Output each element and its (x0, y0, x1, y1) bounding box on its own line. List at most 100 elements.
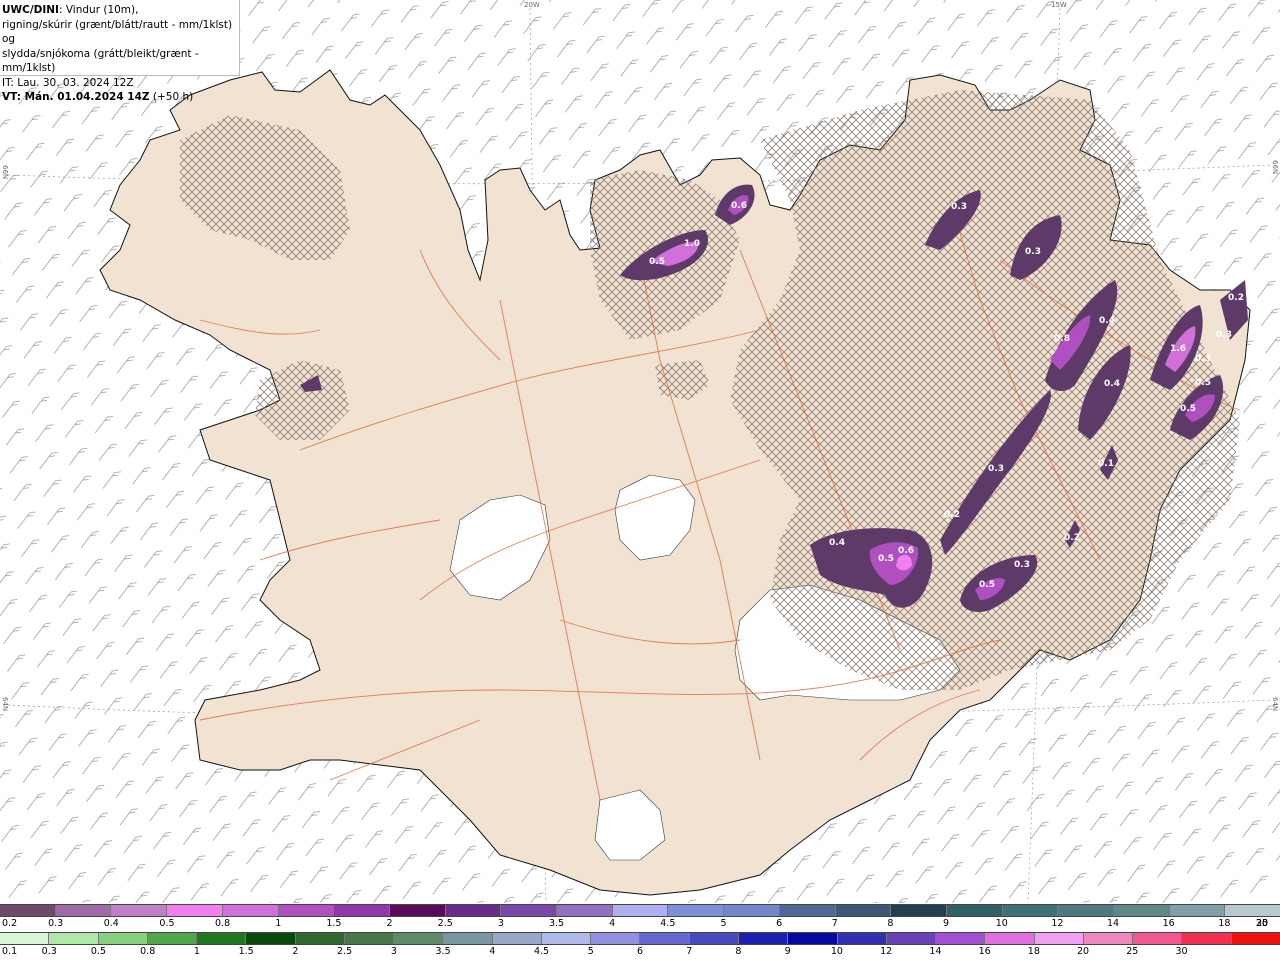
legend-label: 1.5 (326, 918, 342, 929)
legend-swatch (246, 933, 296, 944)
legend-swatch (668, 905, 725, 916)
legend-swatch (1034, 933, 1084, 944)
legend-label: 25 (1126, 946, 1139, 957)
lon-label-15w: 15W (1051, 1, 1067, 9)
legend-swatch (779, 905, 836, 916)
legend-swatch (724, 905, 780, 916)
legend-swatch (344, 933, 395, 944)
precip-value: 0.2 (1228, 293, 1244, 303)
precip-value: 0.5 (649, 257, 665, 267)
legend-label: 4 (489, 946, 496, 957)
legend-swatch (55, 905, 112, 916)
precip-value: 1.6 (1170, 344, 1186, 354)
snow-legend-labels: 0.2 0.3 0.4 0.5 0.8 1 1.5 2 2.5 3 3.5 4 4.5 5 6 7 8 9 10 12… (0, 918, 1280, 932)
legend-label: 7 (686, 946, 693, 957)
legend-label: 14 (1106, 918, 1120, 929)
legend-label: 3.5 (548, 918, 565, 929)
legend-swatch (557, 905, 613, 916)
legend-label: 2.5 (337, 946, 353, 957)
legend-label: 3.5 (435, 946, 451, 957)
legend-swatch (640, 933, 690, 944)
legend-label: 5 (720, 918, 727, 929)
legend-swatch (1133, 933, 1183, 944)
legend-label: 0.5 (90, 946, 107, 957)
legend-swatch (985, 933, 1035, 944)
legend-label: 1 (275, 918, 282, 929)
legend-label: 1 (193, 946, 200, 957)
legend-label: 14 (929, 946, 942, 957)
precip-value: 0.5 (1180, 404, 1196, 414)
precip-value: 0.4 (829, 538, 845, 548)
legend-swatch (835, 905, 892, 916)
legend-swatch (1083, 933, 1134, 944)
snow-legend-colorbar (0, 904, 1280, 917)
legend-swatch (98, 933, 148, 944)
precip-value: 0.4 (1104, 379, 1120, 389)
legend-swatch (295, 933, 345, 944)
precip-value: 0.4 (1099, 316, 1115, 326)
precip-value: 0.3 (951, 202, 967, 212)
precip-value: 0.3 (1014, 560, 1030, 570)
legend-label: 10 (995, 918, 1008, 929)
legend-swatch (389, 905, 446, 916)
legend-swatch (541, 933, 592, 944)
legend-label: 10 (830, 946, 843, 957)
legend-label: 18 (1218, 918, 1231, 929)
precip-value: 0.3 (1195, 354, 1211, 364)
legend-label: 4.5 (533, 946, 550, 957)
precip-value: 0.3 (1216, 330, 1232, 340)
legend-swatch (445, 905, 502, 916)
legend-label: 9 (784, 946, 791, 957)
legend-swatch (946, 905, 1003, 916)
legend-swatch (1225, 905, 1280, 916)
legend-swatch (1058, 905, 1115, 916)
legend-label: 2.5 (437, 918, 453, 929)
legend-swatch (689, 933, 739, 944)
legend-swatch (167, 905, 223, 916)
issue-time: IT: Lau. 30. 03. 2024 12Z (2, 76, 134, 89)
subtitle-snow: slydda/snjókoma (grátt/bleikt/grænt - mm… (2, 47, 199, 75)
legend-swatch (147, 933, 198, 944)
legend-label: 2 (386, 918, 393, 929)
legend-swatch (197, 933, 247, 944)
valid-time: VT: Mán. 01.04.2024 14Z (2, 91, 150, 103)
valid-time-line: VT: Mán. 01.04.2024 14Z (+50 h) (2, 90, 239, 105)
legend-swatch (1114, 905, 1170, 916)
legend-swatch (788, 933, 838, 944)
legend-label: 4 (609, 918, 616, 929)
legend-label: 3 (390, 946, 397, 957)
legend-swatch (1182, 933, 1232, 944)
subtitle-rain: rigning/skúrir (grænt/blátt/rautt - mm/1… (2, 18, 233, 46)
legend-label: 30 (1255, 918, 1269, 929)
legend-label: 0.2 (2, 918, 18, 929)
lat-label-66n-right: 66N (1271, 160, 1279, 175)
title-text: : Vindur (10m), (58, 4, 139, 16)
precip-value: 0.6 (731, 201, 747, 211)
legend-swatch (612, 905, 669, 916)
precip-value: 0.3 (1025, 247, 1041, 257)
title-line: UWC/DINI: Vindur (10m), (2, 3, 239, 18)
weather-map[interactable]: 0.5 1.0 0.6 0.3 0.3 0.4 0.8 0.4 1.6 0.3 … (0, 0, 1280, 903)
legend-label: 5 (587, 946, 594, 957)
precip-value: 0.5 (979, 580, 995, 590)
legend-swatch (1002, 905, 1059, 916)
precip-value: 0.5 (1195, 378, 1211, 388)
legend-swatch (936, 933, 986, 944)
legend-label: 0.3 (48, 918, 64, 929)
legend-swatch (222, 905, 279, 916)
precip-value: 0.8 (1054, 334, 1070, 344)
rain-legend-labels: 0.1 0.3 0.5 0.8 1 1.5 2 2.5 3 3.5 4 4.5 5 6 7 8 9 10 12 14 1… (0, 946, 1280, 960)
legend-label: 7 (831, 918, 838, 929)
legend-label: 8 (887, 918, 894, 929)
precip-value: 0.5 (878, 554, 894, 564)
legend-label: 9 (943, 918, 950, 929)
legend-label: 12 (880, 946, 893, 957)
legend-label: 0.3 (41, 946, 57, 957)
legend-swatch (1231, 933, 1280, 944)
legend-label: 12 (1051, 918, 1064, 929)
legend-swatch (891, 905, 947, 916)
legend-swatch (334, 905, 390, 916)
lat-label-64n-left: 64N (1, 697, 9, 712)
legend-label: 2 (292, 946, 299, 957)
precip-value: 1.0 (684, 239, 700, 249)
